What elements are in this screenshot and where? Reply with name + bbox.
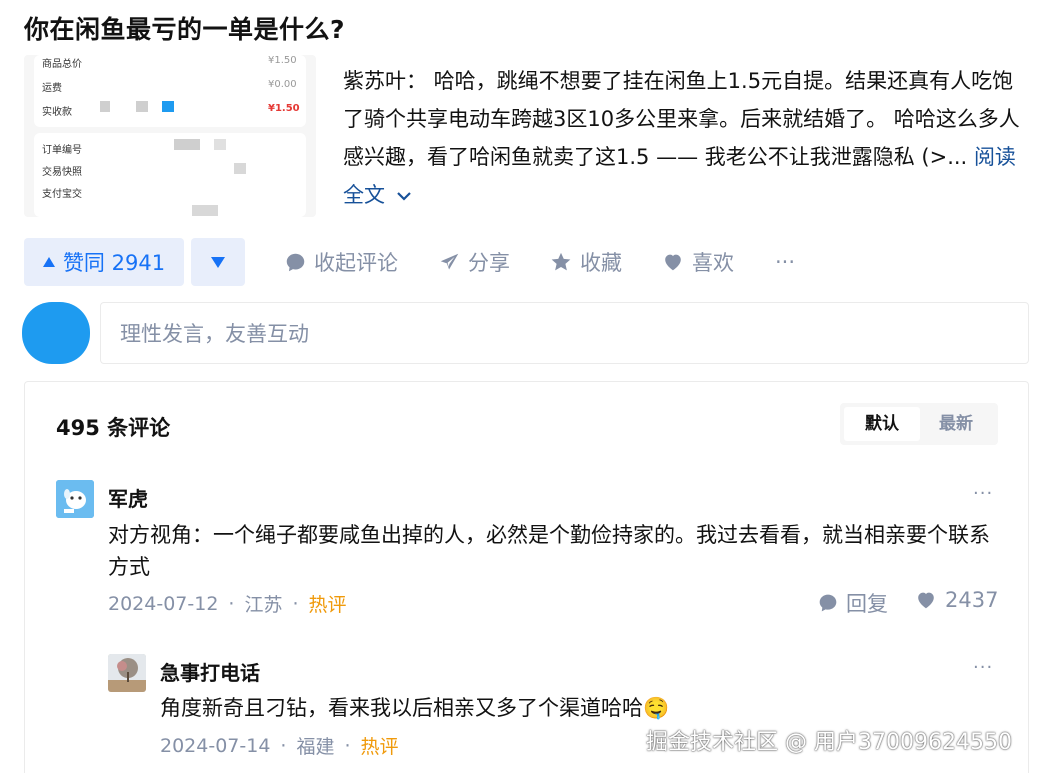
share-button[interactable]: 分享 bbox=[439, 238, 510, 286]
thumb-label: 运费 bbox=[42, 83, 62, 94]
paper-plane-icon bbox=[440, 253, 459, 269]
thumb-value: ¥0.00 bbox=[268, 79, 297, 90]
comment-text: 对方视角：一个绳子都要咸鱼出掉的人，必然是个勤俭持家的。我过去看看，就当相亲要个… bbox=[108, 523, 990, 579]
comment-more-icon[interactable]: ··· bbox=[973, 657, 993, 678]
comment-location: 福建 bbox=[296, 736, 335, 758]
comment-meta: 2024-07-12 · 江苏 · 热评 bbox=[108, 590, 347, 617]
sort-default-tab[interactable]: 默认 bbox=[844, 407, 920, 441]
commenter-name[interactable]: 军虎 bbox=[108, 483, 148, 512]
heart-icon bbox=[665, 254, 681, 271]
comment-text: 角度新奇且刁钻，看来我以后相亲又多了个渠道哈哈🤤 bbox=[160, 696, 670, 720]
meta-separator: · bbox=[292, 592, 299, 615]
blur-block bbox=[100, 101, 110, 112]
blur-block bbox=[136, 101, 148, 112]
more-dots-icon: ··· bbox=[775, 250, 796, 274]
meta-separator: · bbox=[280, 734, 287, 757]
comment-input[interactable]: 理性发言，友善互动 bbox=[100, 302, 1029, 364]
more-actions-button[interactable]: ··· bbox=[775, 238, 795, 286]
commenter-avatar[interactable] bbox=[108, 654, 146, 692]
site-watermark: 掘金技术社区 @ 用户37009624550 bbox=[646, 730, 1012, 755]
thumb-label: 支付宝交 bbox=[42, 189, 82, 200]
comment-sort-toggle: 默认 最新 bbox=[840, 403, 998, 445]
triangle-up-icon bbox=[42, 257, 55, 267]
star-icon bbox=[551, 252, 571, 271]
commenter-name[interactable]: 急事打电话 bbox=[160, 657, 260, 686]
thumb-label: 交易快照 bbox=[42, 167, 82, 178]
answer-excerpt[interactable]: 紫苏叶： 哈哈，跳绳不想要了挂在闲鱼上1.5元自提。结果还真有人吃饱了骑个共享电… bbox=[343, 62, 1033, 214]
comment-more-icon[interactable]: ··· bbox=[973, 483, 993, 504]
chevron-down-icon bbox=[396, 192, 411, 201]
comment-location: 江苏 bbox=[244, 594, 283, 616]
thumb-value: ¥1.50 bbox=[268, 103, 300, 114]
answer-thumbnail-image[interactable]: 商品总价 ¥1.50 运费 ¥0.00 实收款 ¥1.50 订单编号 交易快照 … bbox=[24, 55, 316, 217]
hot-comment-badge: 热评 bbox=[360, 736, 399, 758]
blur-block bbox=[214, 139, 226, 150]
blur-block bbox=[162, 101, 174, 112]
like-button[interactable]: 喜欢 bbox=[662, 238, 734, 286]
comment-date: 2024-07-12 bbox=[108, 592, 219, 615]
comment-count: 495 条评论 bbox=[56, 416, 171, 440]
sort-latest-tab[interactable]: 最新 bbox=[918, 407, 994, 441]
thumb-label: 实收款 bbox=[42, 107, 72, 118]
vote-up-button[interactable]: 赞同 2941 bbox=[24, 238, 184, 286]
blur-block bbox=[174, 139, 200, 150]
answer-excerpt-text: 哈哈，跳绳不想要了挂在闲鱼上1.5元自提。结果还真有人吃饱了骑个共享电动车跨越3… bbox=[343, 69, 1020, 169]
answer-action-bar: 赞同 2941 收起评论 分享 收藏 喜欢 ··· bbox=[24, 238, 1034, 286]
comment-date: 2024-07-14 bbox=[160, 734, 271, 757]
current-user-avatar bbox=[22, 302, 90, 364]
comment-bubble-icon bbox=[819, 594, 837, 612]
thumb-label: 商品总价 bbox=[42, 59, 82, 70]
triangle-down-icon bbox=[211, 256, 225, 268]
blur-block bbox=[192, 205, 218, 216]
comment-like-count: 2437 bbox=[945, 588, 999, 612]
answer-author: 紫苏叶： bbox=[343, 69, 427, 93]
thumb-label: 订单编号 bbox=[42, 145, 82, 156]
meta-separator: · bbox=[344, 734, 351, 757]
comment-bubble-icon bbox=[286, 253, 305, 271]
blur-block bbox=[234, 163, 246, 174]
vote-down-button[interactable] bbox=[191, 238, 245, 286]
favorite-button[interactable]: 收藏 bbox=[550, 238, 622, 286]
question-title[interactable]: 你在闲鱼最亏的一单是什么? bbox=[24, 10, 345, 46]
cartoon-dog-avatar-icon bbox=[56, 480, 94, 518]
heart-icon bbox=[918, 592, 934, 609]
comments-section: 495 条评论 默认 最新 军虎 ··· 对方视角：一个绳子都要咸鱼出掉的人，必… bbox=[24, 381, 1029, 773]
collapse-comments-button[interactable]: 收起评论 bbox=[285, 238, 398, 286]
comment-like-button[interactable]: 2437 bbox=[915, 588, 998, 612]
thumb-value: ¥1.50 bbox=[268, 55, 297, 66]
commenter-avatar[interactable] bbox=[56, 480, 94, 518]
vote-up-label: 赞同 2941 bbox=[62, 251, 166, 275]
hot-comment-badge: 热评 bbox=[308, 594, 347, 616]
meta-separator: · bbox=[228, 592, 235, 615]
tree-landscape-avatar-icon bbox=[108, 654, 146, 692]
reply-button[interactable]: 回复 bbox=[818, 588, 888, 618]
comment-meta: 2024-07-14 · 福建 · 热评 bbox=[160, 732, 399, 759]
